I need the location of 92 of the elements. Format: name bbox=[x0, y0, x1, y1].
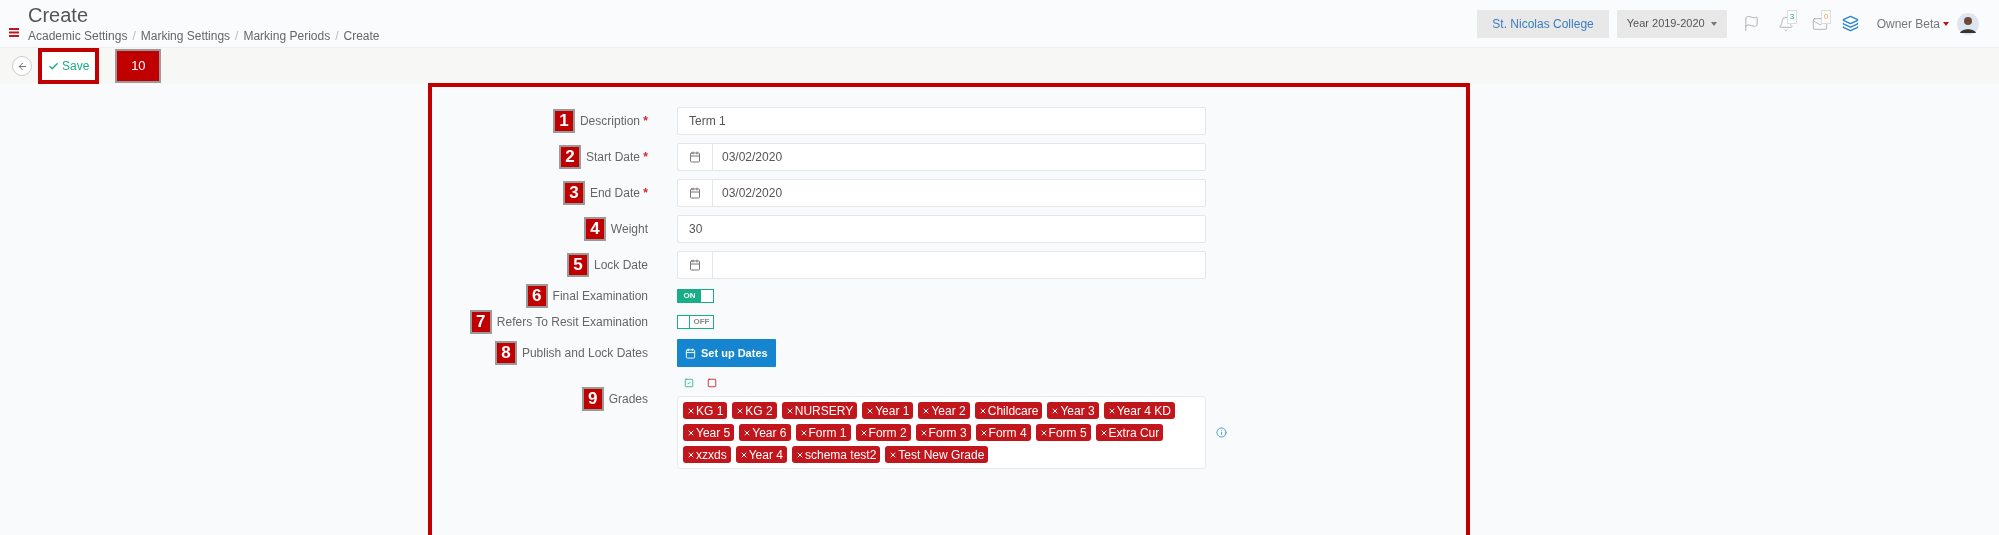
remove-icon[interactable] bbox=[687, 450, 695, 459]
text-field[interactable]: 30 bbox=[677, 215, 1206, 243]
school-button[interactable]: St. Nicolas College bbox=[1477, 9, 1609, 38]
field-label: Description * bbox=[579, 113, 648, 130]
breadcrumb-link[interactable]: Marking Periods bbox=[243, 26, 331, 45]
field-label: Start Date * bbox=[585, 149, 648, 166]
grade-tag[interactable]: Form 5 bbox=[1035, 424, 1091, 441]
remove-icon[interactable] bbox=[922, 406, 931, 415]
user-menu[interactable]: Owner Beta bbox=[1876, 14, 1949, 33]
remove-icon[interactable] bbox=[866, 406, 875, 415]
remove-icon[interactable] bbox=[1099, 428, 1108, 437]
breadcrumb-separator: / bbox=[132, 27, 136, 45]
remove-icon[interactable] bbox=[743, 428, 752, 437]
field-label: Final Examination bbox=[552, 288, 648, 305]
annotation-number: 7 bbox=[469, 310, 492, 334]
date-field[interactable]: 03/02/2020 bbox=[677, 143, 1206, 171]
grade-tag[interactable]: Childcare bbox=[974, 402, 1043, 419]
back-button[interactable] bbox=[12, 56, 32, 76]
text-field[interactable]: Term 1 bbox=[677, 107, 1206, 135]
page-title: Create bbox=[28, 2, 90, 27]
grade-tag[interactable]: Year 1 bbox=[862, 402, 914, 419]
grade-tag[interactable]: KG 2 bbox=[732, 402, 777, 419]
date-field[interactable]: 03/02/2020 bbox=[677, 179, 1206, 207]
message-count: 0 bbox=[1820, 9, 1832, 24]
remove-icon[interactable] bbox=[978, 406, 987, 415]
remove-icon[interactable] bbox=[687, 406, 695, 415]
remove-icon[interactable] bbox=[799, 428, 808, 437]
calendar-icon bbox=[685, 347, 696, 359]
remove-icon[interactable] bbox=[785, 406, 794, 415]
calendar-icon bbox=[689, 151, 701, 163]
layers-icon[interactable] bbox=[1841, 15, 1859, 32]
remove-icon[interactable] bbox=[795, 450, 804, 459]
deselect-all-icon[interactable] bbox=[707, 378, 717, 388]
remove-icon[interactable] bbox=[1051, 406, 1060, 415]
grade-tag[interactable]: xzxds bbox=[683, 446, 731, 463]
annotation-number: 2 bbox=[558, 145, 581, 169]
grade-tag[interactable]: Form 1 bbox=[795, 424, 851, 441]
annotation-number: 5 bbox=[566, 253, 589, 277]
field-label: End Date * bbox=[589, 185, 648, 202]
grade-tag[interactable]: KG 1 bbox=[683, 402, 728, 419]
grade-tag[interactable]: Year 5 bbox=[683, 424, 735, 441]
grade-tag[interactable]: Form 4 bbox=[975, 424, 1031, 441]
grade-tag[interactable]: NURSERY bbox=[781, 402, 858, 419]
breadcrumb-separator: / bbox=[335, 27, 339, 45]
field-label: Grades bbox=[608, 391, 648, 408]
grade-tag[interactable]: Form 3 bbox=[915, 424, 971, 441]
breadcrumb-link[interactable]: Academic Settings bbox=[28, 26, 128, 45]
grade-tag[interactable]: Extra Cur bbox=[1095, 424, 1164, 441]
date-field[interactable] bbox=[677, 251, 1206, 279]
grade-tag[interactable]: Year 4 KD bbox=[1103, 402, 1175, 419]
notification-count: 3 bbox=[1786, 9, 1798, 24]
remove-icon[interactable] bbox=[859, 428, 868, 437]
calendar-icon bbox=[689, 259, 701, 271]
avatar[interactable] bbox=[1957, 12, 1979, 35]
annotation-number: 6 bbox=[525, 284, 548, 308]
annotation-number: 3 bbox=[562, 181, 585, 205]
grade-tag[interactable]: Year 4 bbox=[735, 446, 787, 463]
grade-tag[interactable]: Form 2 bbox=[855, 424, 911, 441]
year-dropdown[interactable]: Year 2019-2020 bbox=[1616, 9, 1727, 38]
remove-icon[interactable] bbox=[687, 428, 695, 437]
grade-tag[interactable]: Test New Grade bbox=[885, 446, 989, 463]
back-arrow-icon bbox=[16, 60, 28, 72]
remove-icon[interactable] bbox=[739, 450, 748, 459]
grade-tag[interactable]: schema test2 bbox=[791, 446, 881, 463]
remove-icon[interactable] bbox=[736, 406, 745, 415]
caret-icon bbox=[1710, 21, 1717, 26]
breadcrumb-separator: / bbox=[235, 27, 239, 45]
caret-icon bbox=[1943, 21, 1949, 26]
annotation-number: 9 bbox=[581, 387, 604, 411]
field-label: Publish and Lock Dates bbox=[521, 345, 648, 362]
remove-icon[interactable] bbox=[979, 428, 988, 437]
remove-icon[interactable] bbox=[1107, 406, 1116, 415]
toggle-switch[interactable]: OFF bbox=[677, 315, 714, 329]
field-label: Weight bbox=[610, 221, 648, 238]
annotation-number: 1 bbox=[552, 109, 575, 133]
field-label: Lock Date bbox=[593, 257, 648, 274]
check-icon bbox=[48, 60, 59, 72]
field-label: Refers To Resit Examination bbox=[496, 314, 648, 331]
annotation-number: 10 bbox=[115, 49, 162, 83]
remove-icon[interactable] bbox=[919, 428, 928, 437]
annotation-number: 8 bbox=[494, 341, 517, 365]
annotation-number: 4 bbox=[583, 217, 606, 241]
grade-tag[interactable]: Year 2 bbox=[918, 402, 970, 419]
breadcrumb-link[interactable]: Marking Settings bbox=[140, 26, 231, 45]
remove-icon[interactable] bbox=[889, 450, 898, 459]
set-up-dates-button[interactable]: Set up Dates bbox=[677, 339, 776, 367]
tags-field[interactable]: KG 1 KG 2 NURSERY Year 1 Year 2 Childcare Year 3 Year 4 KD Year 5 Year 6 Form 1 Form 2 Form 3 Form 4 Form 5 Extra Cur xzxds Year 4 schema test2 Test New Grade bbox=[677, 396, 1206, 469]
grade-tag[interactable]: Year 6 bbox=[739, 424, 791, 441]
grade-tag[interactable]: Year 3 bbox=[1047, 402, 1099, 419]
remove-icon[interactable] bbox=[1039, 428, 1048, 437]
calendar-icon bbox=[689, 187, 701, 199]
menu-icon[interactable] bbox=[9, 28, 19, 37]
